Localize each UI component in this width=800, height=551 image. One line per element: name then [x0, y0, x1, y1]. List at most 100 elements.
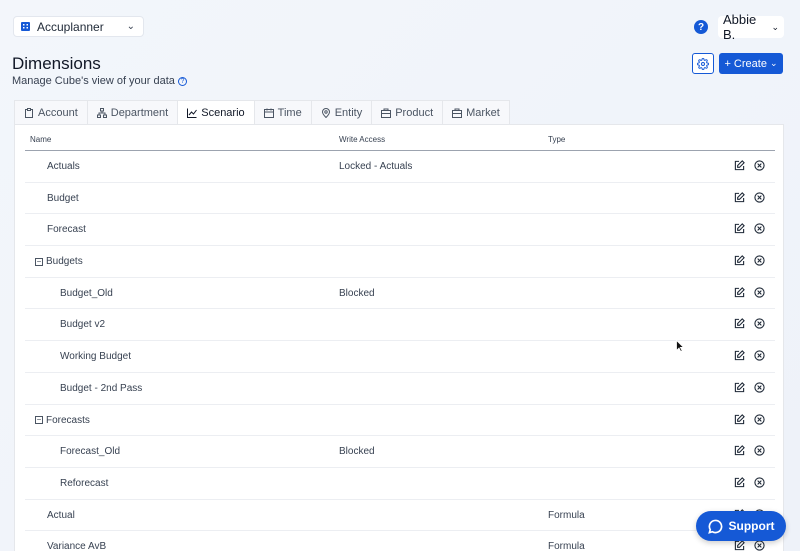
row-type: Formula [548, 509, 585, 521]
edit-icon[interactable] [734, 477, 745, 488]
row-name: Forecast_Old [60, 446, 120, 457]
tab-label: Time [277, 107, 302, 119]
remove-circle-icon[interactable] [754, 160, 765, 171]
row-write-access: Blocked [339, 446, 375, 458]
table-row[interactable]: Forecast [25, 214, 775, 247]
tab-entity[interactable]: Entity [310, 100, 372, 125]
remove-circle-icon[interactable] [754, 382, 765, 393]
tab-label: Product [395, 107, 434, 119]
mouse-cursor-icon [676, 340, 684, 352]
remove-circle-icon[interactable] [754, 287, 765, 298]
tab-label: Entity [334, 107, 363, 119]
tab-account[interactable]: Account [14, 100, 87, 125]
row-actions [734, 540, 765, 551]
edit-icon[interactable] [734, 413, 745, 425]
question-circle-icon[interactable]: ? [177, 76, 187, 86]
chat-bubble-icon [707, 519, 722, 534]
help-icon[interactable]: ? [694, 20, 708, 34]
column-header-name: Name [30, 135, 52, 144]
page-subtitle-text: Manage Cube's view of your data [12, 75, 175, 87]
collapse-toggle-icon[interactable]: − [35, 416, 43, 424]
tab-scenario[interactable]: Scenario [177, 100, 254, 125]
table-header: Name Write Access Type [25, 125, 775, 151]
remove-circle-icon[interactable] [754, 318, 765, 330]
edit-icon[interactable] [734, 191, 745, 203]
tab-time[interactable]: Time [253, 100, 311, 125]
row-name: Actual [47, 510, 75, 521]
tab-market[interactable]: Market [442, 100, 510, 125]
edit-icon[interactable] [734, 286, 745, 298]
row-actions [734, 160, 765, 171]
remove-circle-icon[interactable] [754, 223, 765, 235]
row-name-text: Forecasts [46, 414, 90, 426]
table-row[interactable]: Variance AvB Formula [25, 531, 775, 551]
org-selector[interactable]: Accuplanner ⌄ [13, 16, 144, 37]
table-row[interactable]: Reforecast [25, 468, 775, 500]
edit-icon[interactable] [734, 445, 745, 456]
remove-circle-icon[interactable] [754, 477, 765, 488]
row-name-text: Budget - 2nd Pass [60, 382, 143, 394]
edit-icon[interactable] [734, 160, 745, 171]
edit-icon[interactable] [734, 223, 745, 234]
row-actions [734, 191, 765, 203]
create-button[interactable]: + Create ⌄ [719, 53, 783, 74]
row-name: − Forecasts [35, 415, 90, 426]
table-row[interactable]: Actuals Locked - Actuals [25, 151, 775, 183]
chevron-down-icon: ⌄ [126, 21, 135, 32]
row-actions [734, 413, 765, 425]
edit-icon[interactable] [734, 381, 745, 393]
row-name-text: Reforecast [60, 477, 109, 489]
tab-label: Account [38, 107, 78, 119]
row-name: Actuals [47, 161, 80, 172]
row-name-text: Forecast_Old [60, 446, 121, 458]
column-header-type: Type [548, 135, 566, 144]
edit-icon[interactable] [734, 540, 745, 551]
row-name-text: Actual [47, 509, 75, 521]
collapse-toggle-icon[interactable]: − [35, 257, 43, 266]
row-name: Budget_Old [60, 288, 113, 299]
user-menu[interactable]: Abbie B. ⌄ [718, 12, 784, 42]
dimensions-table-panel: Name Write Access Type Actuals Locked - A… [14, 124, 784, 551]
row-actions [734, 223, 765, 235]
support-button[interactable]: Support [696, 511, 786, 541]
calendar-icon [263, 108, 274, 118]
row-actions [734, 255, 765, 266]
table-row[interactable]: Budget_Old Blocked [25, 278, 775, 310]
building-icon [21, 22, 30, 31]
table-row[interactable]: Forecast_Old Blocked [25, 436, 775, 468]
table-row[interactable]: − Budgets [25, 246, 775, 278]
row-type: Formula [548, 541, 585, 551]
tab-product[interactable]: Product [371, 100, 443, 125]
settings-button[interactable] [692, 53, 714, 74]
org-chart-icon [96, 108, 107, 118]
store-icon [452, 108, 463, 118]
row-name: − Budgets [35, 256, 83, 267]
row-name: Budget [47, 193, 79, 204]
row-actions [734, 445, 765, 456]
table-row[interactable]: Budget v2 [25, 309, 775, 342]
table-row[interactable]: Budget [25, 183, 775, 215]
edit-icon[interactable] [734, 350, 745, 361]
edit-icon[interactable] [734, 255, 745, 266]
plus-icon: + [724, 57, 731, 70]
remove-circle-icon[interactable] [754, 413, 765, 425]
table-row[interactable]: − Forecasts [25, 405, 775, 437]
table-row[interactable]: Working Budget [25, 341, 775, 373]
row-name: Reforecast [60, 478, 108, 489]
row-actions [734, 318, 765, 330]
remove-circle-icon[interactable] [754, 540, 765, 551]
edit-icon[interactable] [734, 318, 745, 329]
remove-circle-icon[interactable] [754, 255, 765, 266]
box-icon [381, 108, 392, 118]
table-row[interactable]: Actual Formula [25, 500, 775, 532]
remove-circle-icon[interactable] [754, 350, 765, 361]
row-name-text: Forecast [47, 224, 86, 236]
column-header-write-access: Write Access [339, 135, 386, 144]
row-name-text: Working Budget [60, 351, 131, 363]
tab-department[interactable]: Department [86, 100, 178, 125]
line-chart-icon [187, 108, 198, 118]
tab-label: Department [110, 107, 169, 119]
remove-circle-icon[interactable] [754, 192, 765, 203]
table-row[interactable]: Budget - 2nd Pass [25, 373, 775, 405]
remove-circle-icon[interactable] [754, 445, 765, 456]
